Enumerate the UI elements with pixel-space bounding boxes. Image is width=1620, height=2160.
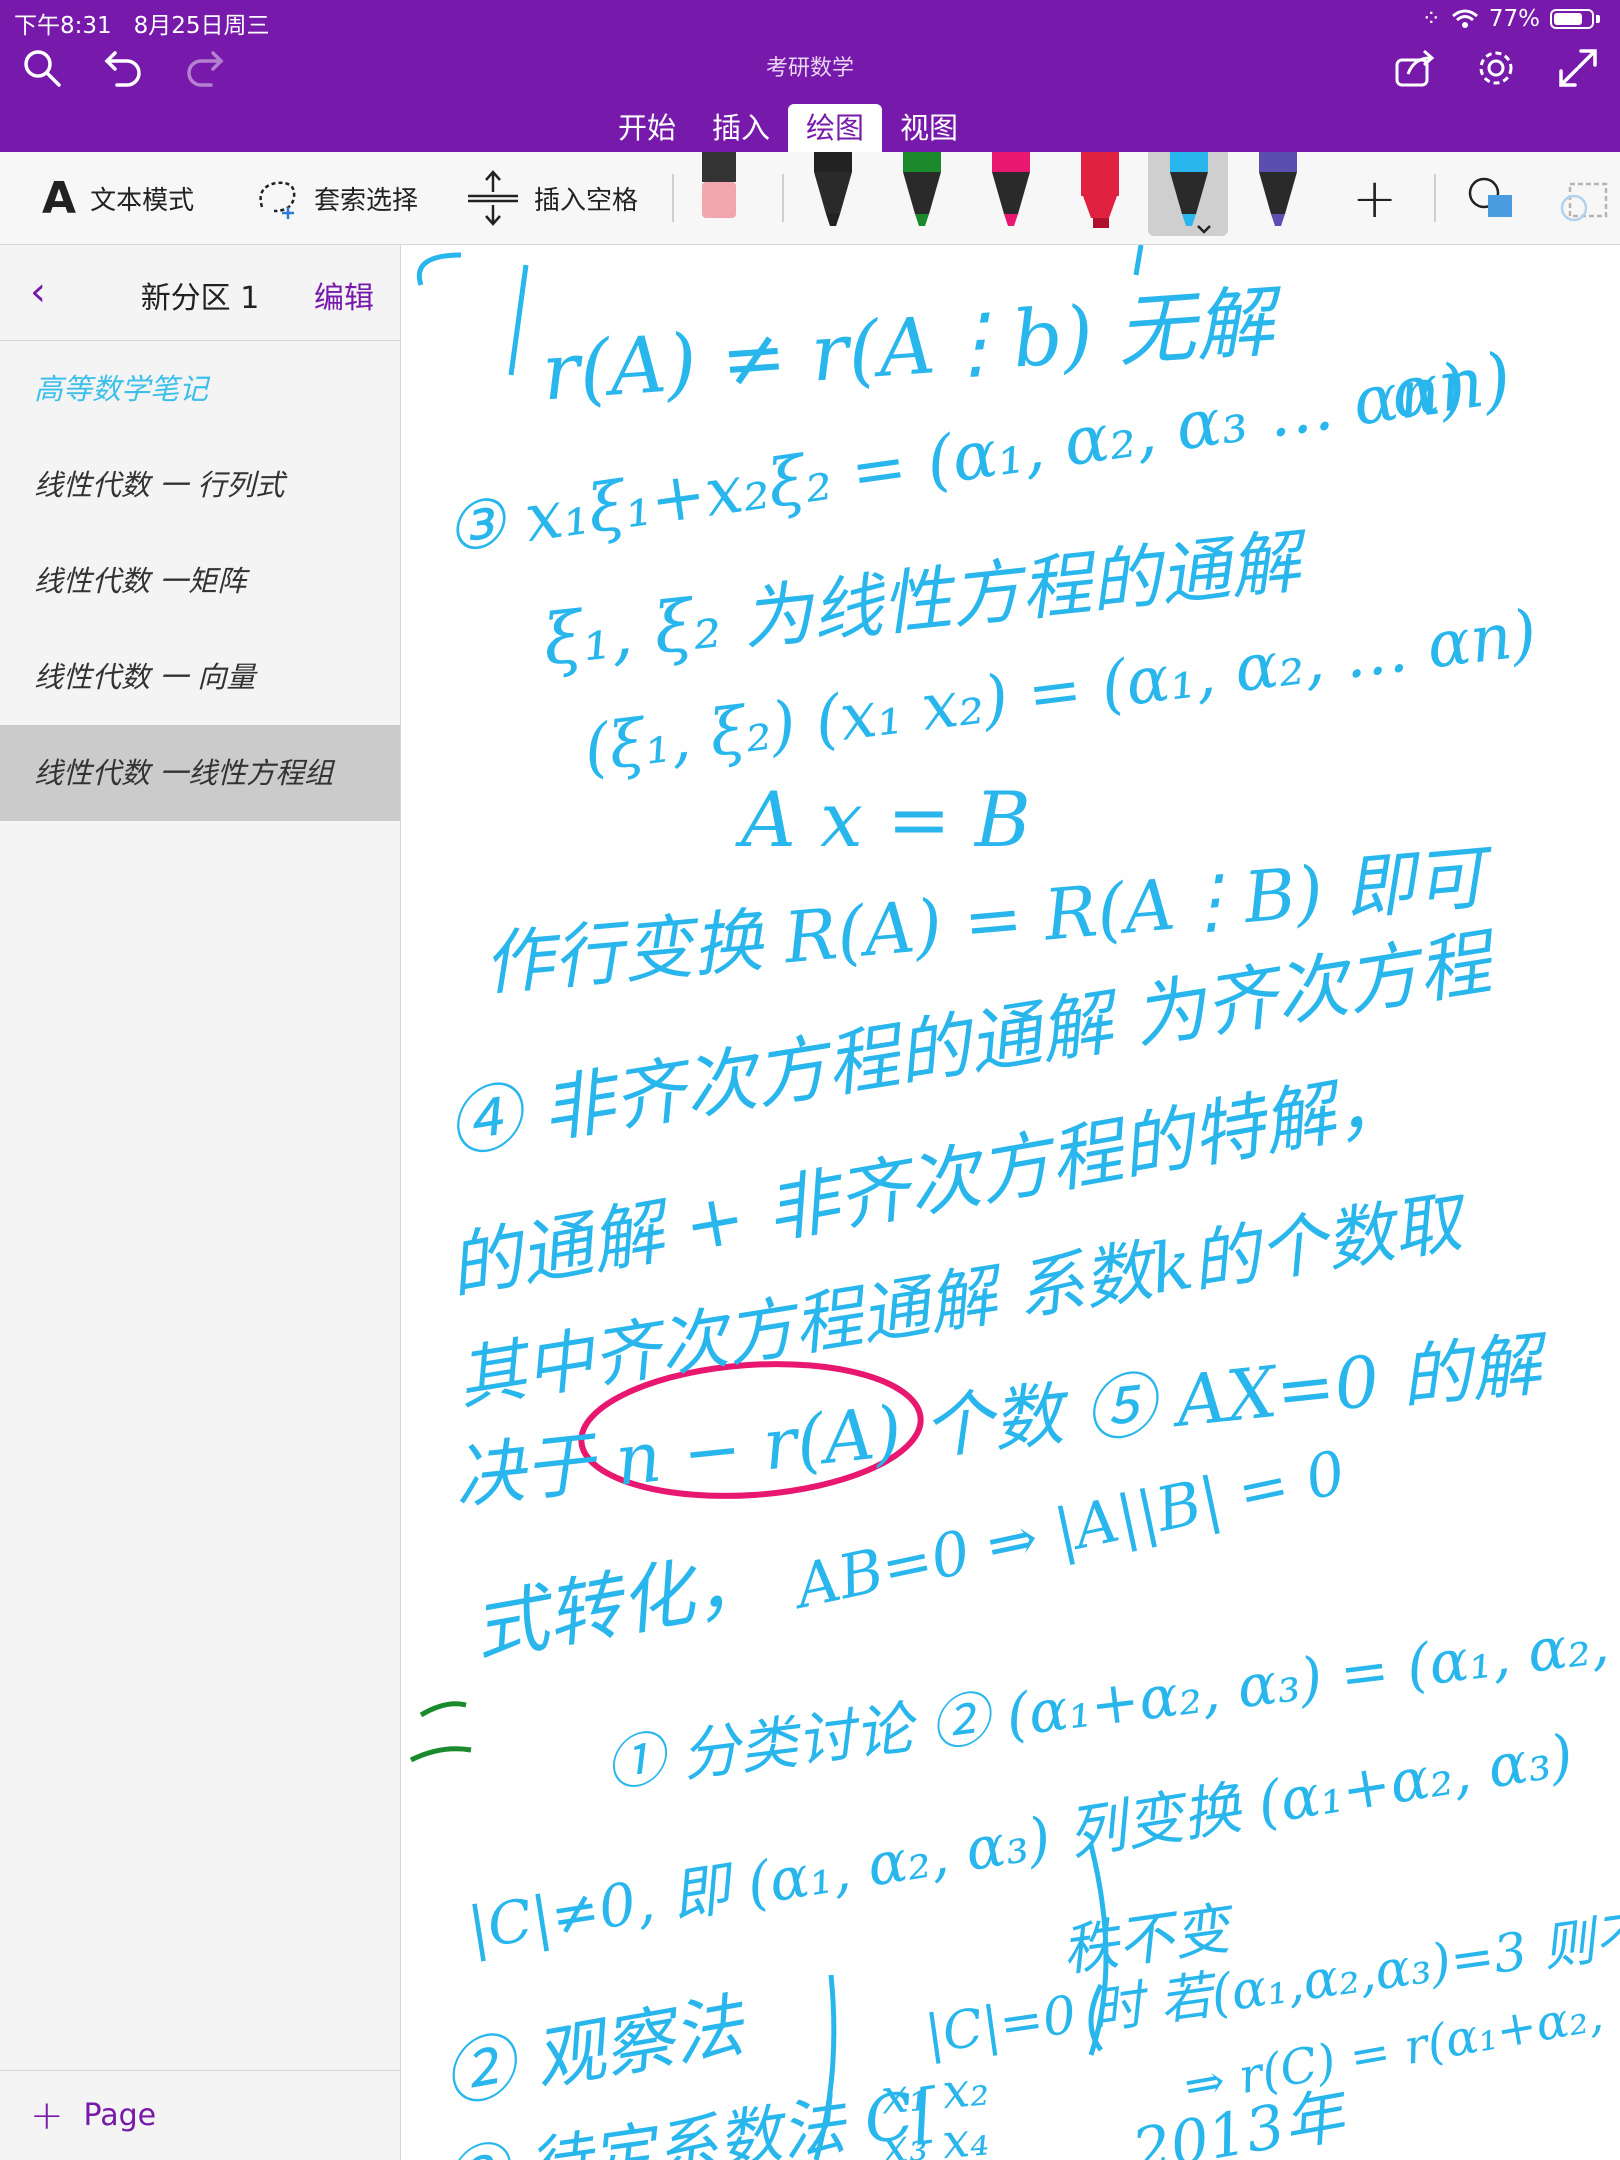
- ink-to-shape-button[interactable]: [1556, 152, 1612, 244]
- page-item-calculus[interactable]: 高等数学笔记: [0, 341, 400, 437]
- lasso-select-button[interactable]: 套索选择: [254, 152, 418, 244]
- insert-space-button[interactable]: 插入空格: [466, 152, 638, 244]
- page-item-vector[interactable]: 线性代数 一 向量: [0, 629, 400, 725]
- red-highlighter-tool[interactable]: [1059, 152, 1139, 236]
- ink-line: x₃ x₄: [878, 2110, 992, 2160]
- ink-line: A x = B: [741, 775, 1031, 864]
- expand-icon[interactable]: [1552, 42, 1604, 94]
- ink-to-shape-icon: [1560, 182, 1608, 222]
- status-time: 下午8:31 8月25日周三: [14, 13, 270, 39]
- cyan-pen-tool[interactable]: [1148, 152, 1228, 236]
- edit-button[interactable]: 编辑: [314, 273, 374, 317]
- note-canvas[interactable]: r(A) ≠ r(A⋮b) 无解 αn) ③ x₁ξ₁+x₂ξ₂ = (α₁, …: [401, 245, 1620, 2160]
- status-indicators: ⁘ 77%: [1422, 6, 1600, 32]
- black-pen-tool[interactable]: [792, 152, 872, 236]
- tab-draw[interactable]: 绘图: [788, 104, 883, 152]
- section-sidebar: ‹ 新分区 1 编辑 高等数学笔记 线性代数 一 行列式 线性代数 一矩阵 线性…: [0, 245, 401, 2160]
- lasso-label: 套索选择: [314, 185, 419, 216]
- pink-pen-tool[interactable]: [970, 152, 1050, 236]
- page-item-matrix[interactable]: 线性代数 一矩阵: [0, 533, 400, 629]
- undo-icon[interactable]: [98, 42, 150, 94]
- insert-space-label: 插入空格: [534, 185, 639, 216]
- share-icon[interactable]: [1390, 42, 1442, 94]
- app-header: 下午8:31 8月25日周三 ⁘ 77% 考研数学 开始 插入 绘图 视图: [0, 0, 1620, 152]
- plus-icon: +: [1352, 166, 1398, 230]
- wifi-icon: [1451, 9, 1478, 28]
- tab-start[interactable]: 开始: [600, 104, 694, 152]
- add-pen-button[interactable]: +: [1352, 152, 1397, 244]
- insert-space-icon: [468, 170, 518, 226]
- lasso-icon: [259, 181, 296, 219]
- ribbon-tabs: 开始 插入 绘图 视图: [600, 104, 976, 152]
- shapes-button[interactable]: [1466, 152, 1516, 244]
- text-mode-label: 文本模式: [90, 185, 195, 216]
- search-icon[interactable]: [16, 42, 68, 94]
- activity-icon: ⁘: [1421, 6, 1441, 32]
- page-item-linear-equations[interactable]: 线性代数 一线性方程组: [0, 725, 400, 821]
- add-page-label: Page: [83, 2098, 157, 2133]
- tab-view[interactable]: 视图: [882, 104, 976, 152]
- text-mode-button[interactable]: A 文本模式: [42, 152, 194, 244]
- battery-icon: [1550, 9, 1594, 29]
- green-pen-tool[interactable]: [881, 152, 961, 236]
- add-page-button[interactable]: + Page: [0, 2070, 400, 2160]
- page-item-determinant[interactable]: 线性代数 一 行列式: [0, 437, 400, 533]
- sidebar-header: ‹ 新分区 1 编辑: [0, 245, 400, 341]
- tab-insert[interactable]: 插入: [694, 104, 788, 152]
- gear-icon[interactable]: [1470, 42, 1522, 94]
- text-mode-icon: A: [42, 172, 77, 224]
- shapes-icon: [1468, 177, 1512, 217]
- plus-icon: +: [30, 2092, 64, 2139]
- redo-icon[interactable]: [178, 42, 230, 94]
- galaxy-pen-tool[interactable]: [1237, 152, 1317, 236]
- notebook-title: 考研数学: [765, 56, 854, 81]
- eraser-tool[interactable]: [678, 152, 758, 236]
- battery-percent: 77%: [1488, 6, 1540, 32]
